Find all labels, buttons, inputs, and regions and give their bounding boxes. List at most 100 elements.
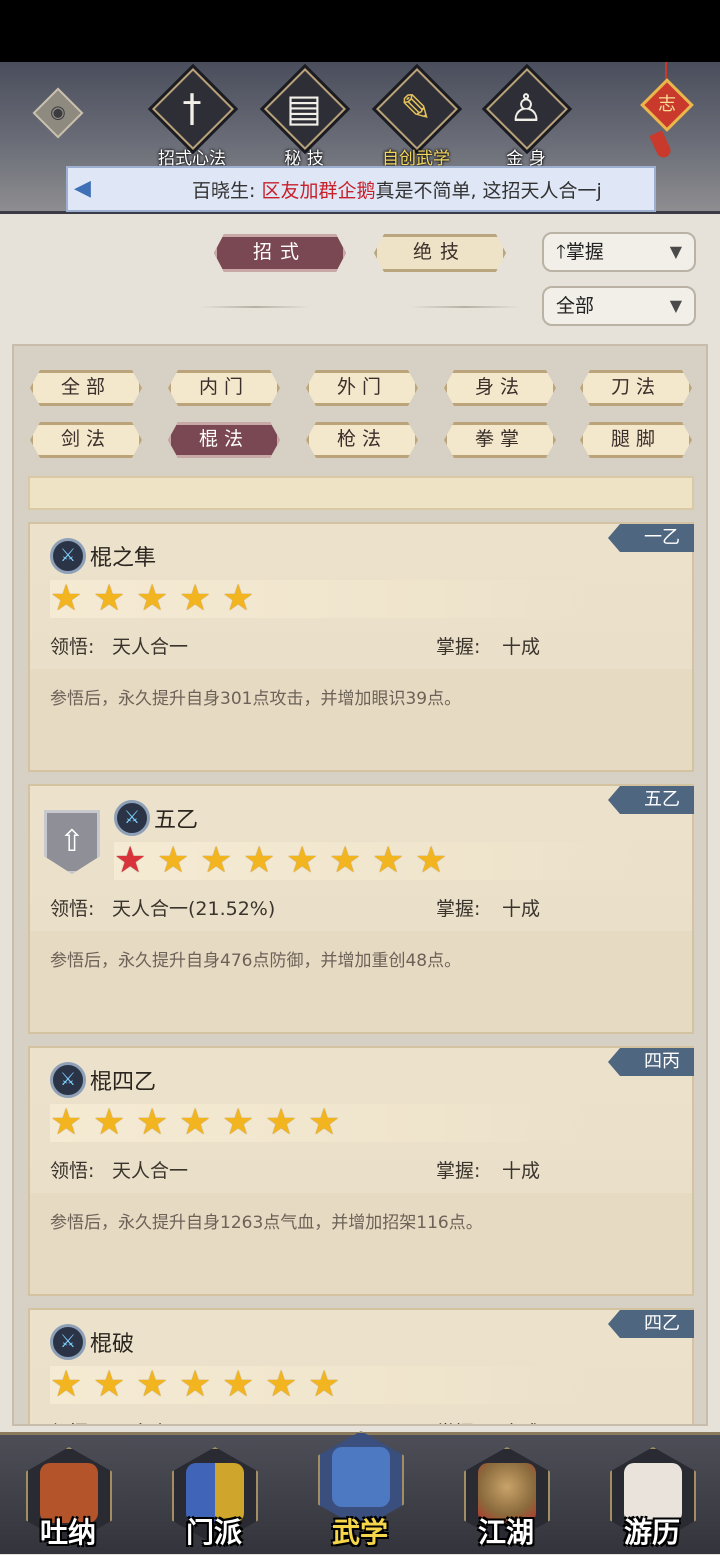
mastery-label: 掌握:	[436, 636, 481, 658]
gold-star-icon: ★	[308, 1364, 341, 1405]
skill-card[interactable]: 一乙 ⚔ 棍之隼 ★ ★ ★ ★ ★ 领悟: 天人合一 掌握: 十成 参悟后，永久提升自…	[28, 522, 694, 772]
gold-star-icon: ★	[157, 840, 190, 881]
category-inner[interactable]: 内门	[168, 370, 280, 406]
sort-dropdown[interactable]: 🡑掌握 ▼	[542, 232, 696, 272]
skill-card[interactable]: 五乙 ⇧ ⚔ 五乙 ★ ★ ★ ★ ★ ★ ★ ★ 领悟: 天人合一(21.52%) 掌握: …	[28, 784, 694, 1034]
tab-secret-skills[interactable]: ▤ 秘 技	[254, 67, 354, 172]
gold-star-icon: ★	[50, 1102, 83, 1143]
mastery-value: 十成	[502, 1160, 541, 1182]
divider	[410, 306, 520, 308]
gold-star-icon: ★	[329, 840, 362, 881]
gold-star-icon: ★	[136, 1364, 169, 1405]
mastery-value: 十成	[502, 1418, 540, 1424]
nav-breathing[interactable]: 吐纳	[18, 1445, 118, 1555]
nav-label: 门派	[185, 1516, 242, 1549]
tab-moves[interactable]: 招式	[214, 234, 346, 272]
mastery-value: 十成	[502, 636, 541, 658]
skill-list-panel: 全部 内门 外门 身法 刀法 剑法 棍法 枪法 拳掌 腿脚 一乙 ⚔ 棍之隼 ★…	[12, 344, 708, 1426]
gold-star-icon: ★	[308, 1102, 341, 1143]
mastery-label: 掌握:	[436, 1418, 480, 1424]
tab-golden-body[interactable]: ♙ 金 身	[476, 67, 576, 172]
category-fist-palm[interactable]: 拳掌	[444, 422, 556, 458]
gold-star-icon: ★	[265, 1102, 298, 1143]
book-icon: ▤	[286, 86, 322, 130]
chevron-down-icon: ▼	[669, 242, 682, 261]
gold-star-icon: ★	[136, 578, 169, 619]
gold-star-icon: ★	[222, 1102, 255, 1143]
gold-star-icon: ★	[372, 840, 405, 881]
chevron-down-icon: ▼	[669, 296, 682, 315]
eye-icon: ◉	[50, 102, 66, 123]
skill-name: 棍四乙	[90, 1070, 157, 1095]
mastery-label: 掌握:	[436, 1160, 481, 1182]
star-rating: ★ ★ ★ ★ ★ ★ ★ ★	[114, 842, 634, 880]
insight-value: 天人合一	[112, 636, 189, 658]
up-arrow-icon: 🡑	[556, 241, 566, 263]
insight-label: 领悟:	[50, 1418, 94, 1424]
star-rating: ★ ★ ★ ★ ★	[50, 580, 590, 618]
divider	[200, 306, 310, 308]
category-all[interactable]: 全部	[30, 370, 142, 406]
red-star-icon: ★	[114, 840, 147, 881]
insight-value: 天人合一	[112, 1160, 189, 1182]
gold-star-icon: ★	[286, 840, 319, 881]
skill-description: 参悟后，永久提升自身476点防御，并增加重创48点。	[50, 951, 462, 971]
nav-label: 武学	[331, 1516, 388, 1549]
gold-star-icon: ★	[200, 840, 233, 881]
eye-button[interactable]: ◉	[32, 87, 84, 139]
manual-icon	[332, 1447, 390, 1507]
scope-dropdown[interactable]: 全部 ▼	[542, 286, 696, 326]
nav-travel[interactable]: 游历	[602, 1445, 702, 1555]
staff-skill-icon: ⚔	[114, 800, 150, 836]
skill-description: 参悟后，永久提升自身1263点气血，并增加招架116点。	[50, 1213, 483, 1233]
nav-label: 江湖	[477, 1516, 534, 1549]
category-outer[interactable]: 外门	[306, 370, 418, 406]
scroll-icon: ✎	[400, 86, 432, 130]
gold-star-icon: ★	[50, 578, 83, 619]
announcement-text: 百晓生: 区友加群企鹅真是不简单, 这招天人合一j	[192, 180, 602, 202]
gold-star-icon: ★	[179, 1364, 212, 1405]
upgrade-badge-button[interactable]: ⇧	[44, 810, 100, 874]
skill-card[interactable]: 四乙 ⚔ 棍破 ★★★★★★★ 领悟: 天人合一 掌握: 十成	[28, 1308, 694, 1424]
insight-value: 天人合一(21.52%)	[112, 898, 276, 920]
category-sword[interactable]: 剑法	[30, 422, 142, 458]
tab-custom-martial-arts[interactable]: ✎ 自创武学	[366, 67, 466, 172]
red-knot-ornament-button[interactable]: 志	[640, 78, 694, 132]
category-staff[interactable]: 棍法	[168, 422, 280, 458]
announcement-marquee: ◀ 百晓生: 区友加群企鹅真是不简单, 这招天人合一j	[66, 166, 656, 212]
mastery-value: 十成	[502, 898, 541, 920]
skill-name: 棍之隼	[90, 546, 157, 571]
list-header-bar	[28, 476, 694, 510]
category-blade[interactable]: 刀法	[580, 370, 692, 406]
gold-star-icon: ★	[179, 578, 212, 619]
megaphone-icon: ◀	[74, 176, 91, 201]
nav-jianghu[interactable]: 江湖	[456, 1445, 556, 1555]
mastery-label: 掌握:	[436, 898, 481, 920]
tab-ultimate[interactable]: 绝技	[374, 234, 506, 272]
star-rating: ★ ★ ★ ★ ★ ★ ★	[50, 1104, 590, 1142]
nav-label: 吐纳	[39, 1516, 96, 1549]
grade-tag: 四乙	[608, 1310, 694, 1338]
sword-icon: †	[182, 86, 202, 130]
nav-martial-arts[interactable]: 武学	[310, 1431, 410, 1555]
bottom-navigation: 吐纳 门派 武学 江湖 游历	[0, 1431, 720, 1555]
gold-star-icon: ★	[415, 840, 448, 881]
category-spear[interactable]: 枪法	[306, 422, 418, 458]
gold-star-icon: ★	[222, 1364, 255, 1405]
nav-sect[interactable]: 门派	[164, 1445, 264, 1555]
tab-moves-and-methods[interactable]: † 招式心法	[142, 67, 242, 172]
gold-star-icon: ★	[243, 840, 276, 881]
star-rating: ★ ★ ★ ★ ★ ★ ★	[50, 1366, 590, 1404]
staff-skill-icon: ⚔	[50, 1062, 86, 1098]
category-leg-kick[interactable]: 腿脚	[580, 422, 692, 458]
staff-skill-icon: ⚔	[50, 538, 86, 574]
grade-tag: 一乙	[608, 524, 694, 552]
status-bar	[0, 0, 720, 62]
skill-name: 五乙	[154, 808, 199, 833]
skill-card[interactable]: 四丙 ⚔ 棍四乙 ★ ★ ★ ★ ★ ★ ★ 领悟: 天人合一 掌握: 十成 参悟后，永久提…	[28, 1046, 694, 1296]
nav-label: 游历	[623, 1516, 680, 1549]
category-movement[interactable]: 身法	[444, 370, 556, 406]
grade-tag: 五乙	[608, 786, 694, 814]
gold-star-icon: ★	[93, 578, 126, 619]
gold-star-icon: ★	[179, 1102, 212, 1143]
